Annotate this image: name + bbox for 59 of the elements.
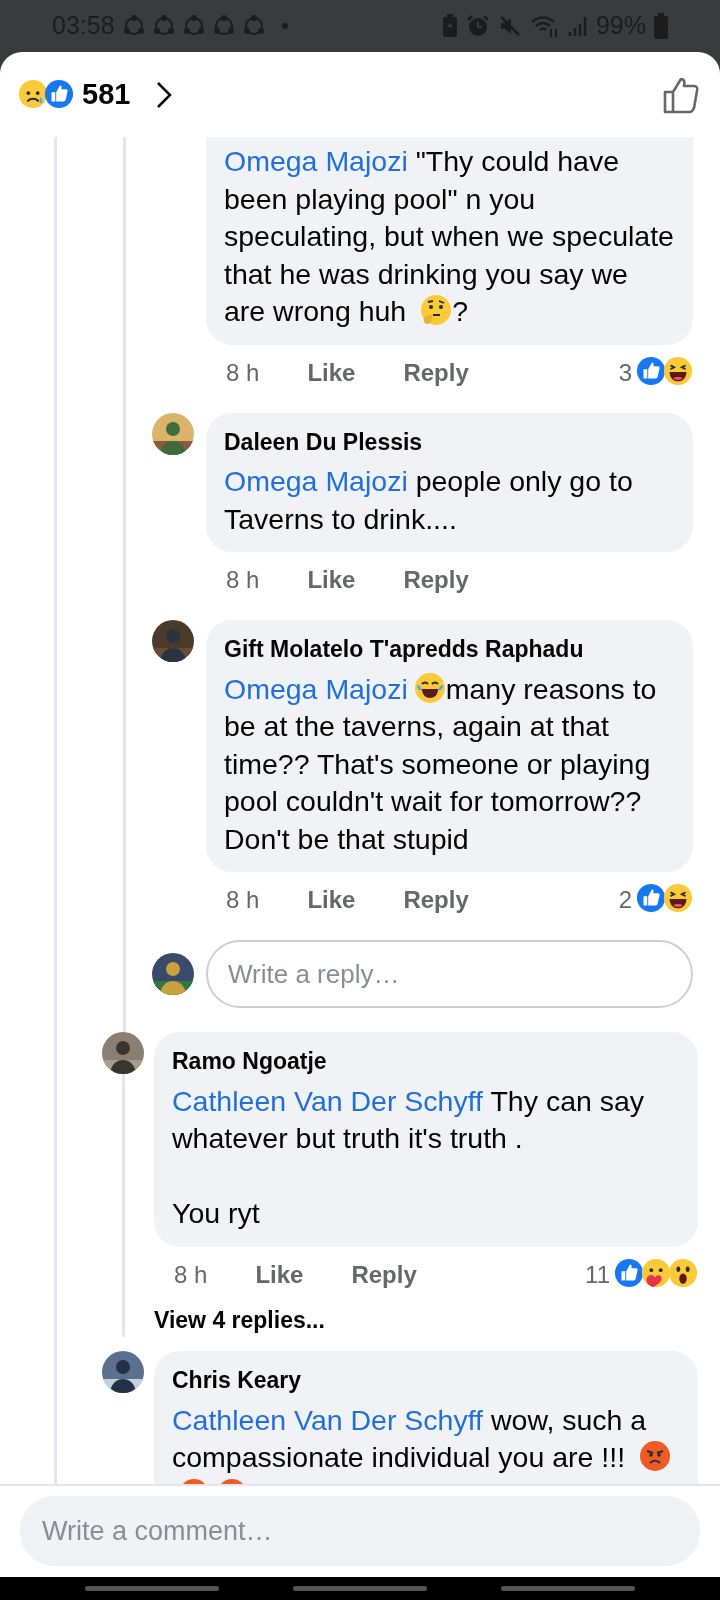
comment-text: Omega Majozi "Thy could have been playing pool" n you speculating, but when we speculate that he was drinking you say we are wrong huh ?	[224, 144, 675, 329]
mention-link[interactable]: Omega Majozi	[224, 145, 408, 177]
reply-button[interactable]: Reply	[403, 354, 469, 391]
like-button[interactable]: Like	[307, 562, 356, 598]
comment-text: Omega Majozi people only go to Taverns to drink....	[224, 464, 634, 537]
sync-icon	[152, 15, 175, 37]
reply-button[interactable]: Reply	[403, 562, 469, 598]
author-name: Daleen Du Plessis	[224, 427, 424, 457]
like-button[interactable]: Like	[307, 882, 356, 918]
like-button[interactable]: Like	[255, 1256, 304, 1293]
signal-icon	[567, 14, 588, 38]
reply-button[interactable]: Reply	[403, 882, 469, 918]
reaction-count: 2	[618, 885, 632, 915]
navigation-button[interactable]	[501, 1586, 635, 1591]
sync-icon	[212, 15, 235, 37]
surprised-face-icon	[668, 1257, 698, 1288]
mute-icon	[497, 14, 522, 38]
like-icon	[636, 355, 666, 386]
mention-link[interactable]: Omega Majozi	[224, 672, 408, 705]
comment-text: Cathleen Van Der Schyff Thy can say whatever but truth it's truth . You ryt	[172, 1083, 646, 1231]
reply-field[interactable]: Write a reply…	[206, 940, 693, 1008]
sync-icon	[182, 15, 205, 37]
author-name: Ramo Ngoatje	[172, 1047, 328, 1076]
like-icon	[614, 1257, 644, 1288]
battery-icon	[654, 13, 668, 39]
timestamp: 8 h	[226, 565, 260, 595]
reaction-count: 11	[585, 1259, 610, 1290]
comment-field[interactable]: Write a comment…	[20, 1496, 700, 1566]
like-button[interactable]: Like	[307, 354, 356, 391]
like-icon	[636, 883, 666, 913]
reaction-count: 3	[618, 357, 632, 388]
comment-text: Omega Majozi many reasons to be at the taverns, again at that time?? That's someone or playing pool couldn't wait for tomorrow?? Don't be that stupid	[224, 670, 658, 857]
battery-saver-icon	[441, 14, 458, 38]
dot-icon	[280, 22, 289, 30]
like-icon	[44, 78, 74, 109]
author-name: Chris Keary	[172, 1366, 303, 1395]
sync-icon	[122, 15, 145, 37]
timestamp: 8 h	[226, 885, 260, 915]
reaction-count[interactable]: 581	[82, 72, 131, 117]
navigation-button[interactable]	[85, 1586, 219, 1591]
view-replies-link[interactable]: View 4 replies...	[154, 1302, 325, 1337]
wifi-icon	[529, 14, 560, 38]
sad-face-icon	[18, 78, 48, 109]
thinking-face-icon	[420, 294, 453, 326]
mention-link[interactable]: Cathleen Van Der Schyff	[172, 1084, 484, 1117]
sync-icon	[242, 15, 265, 37]
mention-link[interactable]: Cathleen Van Der Schyff	[172, 1403, 484, 1436]
laughing-tears-face-icon	[413, 671, 446, 704]
navigation-button[interactable]	[293, 1586, 427, 1591]
alarm-icon	[465, 14, 490, 38]
mention-link[interactable]: Omega Majozi	[224, 465, 408, 497]
hugging-heart-face-icon	[641, 1257, 671, 1288]
laughing-face-icon	[663, 355, 693, 386]
timestamp: 8 h	[226, 357, 260, 388]
angry-face-icon	[639, 1440, 671, 1472]
reply-button[interactable]: Reply	[351, 1256, 417, 1293]
author-name: Gift Molatelo T'apredds Raphadu	[224, 635, 585, 664]
laughing-face-icon	[663, 883, 693, 913]
timestamp: 8 h	[174, 1259, 208, 1290]
